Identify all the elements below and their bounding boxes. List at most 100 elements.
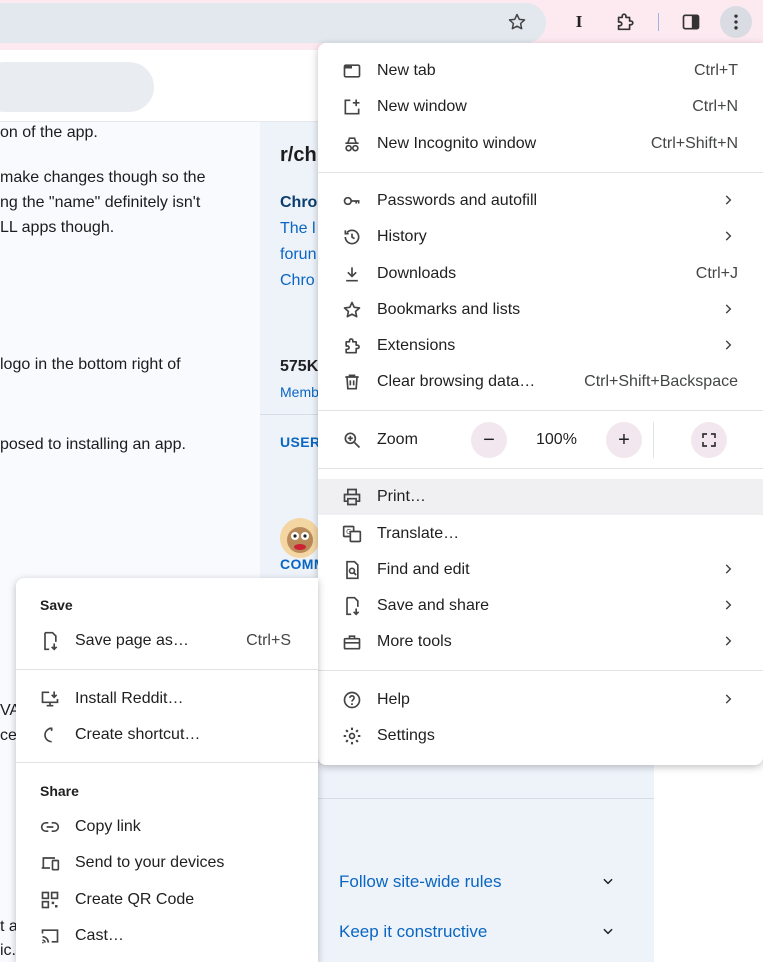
- zoom-divider: [653, 422, 654, 458]
- printer-icon: [342, 487, 362, 507]
- chrome-menu-kebab-icon[interactable]: [720, 6, 752, 38]
- chevron-down-icon: [601, 874, 615, 888]
- star-icon: [342, 300, 362, 320]
- menu-item-zoom: Zoom − 100% +: [318, 422, 763, 458]
- side-panel-icon[interactable]: [675, 6, 707, 38]
- find-icon: [342, 560, 362, 580]
- submenu-item-create-qr-code[interactable]: Create QR Code: [16, 882, 318, 918]
- shortcut-icon: [40, 725, 60, 745]
- post-text-line: logo in the bottom right of: [0, 356, 181, 373]
- save-and-share-submenu: Save Save page as… Ctrl+S Install Reddit…: [16, 578, 318, 962]
- community-desc-line: The l: [280, 220, 316, 237]
- menu-item-clear-browsing-data[interactable]: Clear browsing data… Ctrl+Shift+Backspac…: [318, 364, 763, 400]
- chevron-right-icon: [721, 692, 735, 706]
- community-title[interactable]: r/ch: [280, 144, 317, 167]
- post-text-line: ng the "name" definitely isn't: [0, 194, 201, 211]
- submenu-item-copy-link[interactable]: Copy link: [16, 809, 318, 845]
- menu-divider: [318, 172, 763, 173]
- rule-label: Follow site-wide rules: [339, 872, 502, 891]
- post-text-line: LL apps though.: [0, 219, 115, 236]
- key-icon: [342, 191, 362, 211]
- rule-item[interactable]: Keep it constructive: [339, 922, 639, 942]
- menu-item-find-and-edit[interactable]: Find and edit: [318, 552, 763, 588]
- submenu-item-install-app[interactable]: Install Reddit…: [16, 681, 318, 717]
- community-desc-line: Chro: [280, 272, 315, 289]
- chevron-down-icon: [601, 924, 615, 938]
- extensions-puzzle-icon[interactable]: [609, 6, 641, 38]
- fullscreen-icon: [702, 433, 716, 447]
- menu-item-translate[interactable]: G Translate…: [318, 516, 763, 552]
- menu-item-downloads[interactable]: Downloads Ctrl+J: [318, 256, 763, 292]
- fullscreen-button[interactable]: [691, 422, 727, 458]
- chevron-right-icon: [721, 634, 735, 648]
- menu-item-bookmarks[interactable]: Bookmarks and lists: [318, 292, 763, 328]
- chevron-right-icon: [721, 302, 735, 316]
- devices-icon: [40, 853, 60, 873]
- menu-item-save-and-share[interactable]: Save and share: [318, 588, 763, 624]
- save-section-heading: Save: [40, 597, 73, 613]
- community-desc-title: Chro: [280, 194, 318, 211]
- page-header: [0, 50, 320, 122]
- puzzle-icon: [342, 336, 362, 356]
- new-window-icon: [342, 97, 362, 117]
- post-text-line: on of the app.: [0, 124, 98, 141]
- bookmark-star-icon[interactable]: [501, 6, 533, 38]
- share-section-heading: Share: [40, 783, 79, 799]
- zoom-out-button[interactable]: −: [471, 422, 507, 458]
- community-desc-line: forun: [280, 246, 317, 263]
- post-text-line: make changes though so the: [0, 169, 206, 186]
- menu-item-passwords[interactable]: Passwords and autofill: [318, 183, 763, 219]
- menu-divider: [318, 670, 763, 671]
- qr-code-icon: [40, 890, 60, 910]
- rule-item[interactable]: Follow site-wide rules: [339, 872, 639, 892]
- menu-item-extensions[interactable]: Extensions: [318, 328, 763, 364]
- submenu-item-create-shortcut[interactable]: Create shortcut…: [16, 717, 318, 753]
- chevron-right-icon: [721, 338, 735, 352]
- rule-label: Keep it constructive: [339, 922, 488, 941]
- toolbox-icon: [342, 632, 362, 652]
- menu-item-print[interactable]: Print…: [318, 479, 763, 515]
- members-label: Memb: [280, 384, 319, 400]
- save-page-icon: [342, 596, 362, 616]
- submenu-divider: [16, 762, 318, 763]
- svg-text:G: G: [346, 528, 351, 536]
- submenu-item-save-page-as[interactable]: Save page as… Ctrl+S: [16, 623, 318, 659]
- cast-icon: [40, 926, 60, 946]
- zoom-in-button[interactable]: +: [606, 422, 642, 458]
- zoom-level: 100%: [536, 431, 577, 448]
- trash-icon: [342, 372, 362, 392]
- extension-i-icon[interactable]: I: [563, 6, 595, 38]
- chevron-right-icon: [721, 193, 735, 207]
- link-icon: [40, 817, 60, 837]
- menu-item-help[interactable]: Help: [318, 682, 763, 718]
- chevron-right-icon: [721, 562, 735, 576]
- menu-item-new-incognito-window[interactable]: New Incognito window Ctrl+Shift+N: [318, 126, 763, 162]
- submenu-item-send-to-devices[interactable]: Send to your devices: [16, 845, 318, 881]
- submenu-divider: [16, 669, 318, 670]
- chevron-right-icon: [721, 229, 735, 243]
- new-tab-icon: [342, 61, 362, 81]
- menu-divider: [318, 468, 763, 469]
- submenu-item-cast[interactable]: Cast…: [16, 918, 318, 954]
- menu-item-new-window[interactable]: New window Ctrl+N: [318, 89, 763, 125]
- sidebar-divider: [260, 798, 654, 799]
- menu-item-history[interactable]: History: [318, 219, 763, 255]
- menu-item-more-tools[interactable]: More tools: [318, 624, 763, 660]
- gear-icon: [342, 726, 362, 746]
- address-bar[interactable]: [0, 3, 546, 43]
- user-flair-heading: USER: [280, 434, 321, 450]
- menu-item-settings[interactable]: Settings: [318, 718, 763, 754]
- download-icon: [342, 264, 362, 284]
- page-search-bar[interactable]: [0, 62, 154, 112]
- zoom-icon: [342, 430, 362, 450]
- avatar[interactable]: [280, 518, 320, 558]
- install-app-icon: [40, 689, 60, 709]
- save-page-icon: [40, 631, 60, 651]
- menu-item-new-tab[interactable]: New tab Ctrl+T: [318, 53, 763, 89]
- toolbar-divider: [658, 13, 659, 31]
- post-text-line: posed to installing an app.: [0, 436, 186, 453]
- post-text-line: ce: [0, 727, 17, 744]
- post-text-line: ic.: [0, 942, 16, 959]
- history-icon: [342, 227, 362, 247]
- help-icon: [342, 690, 362, 710]
